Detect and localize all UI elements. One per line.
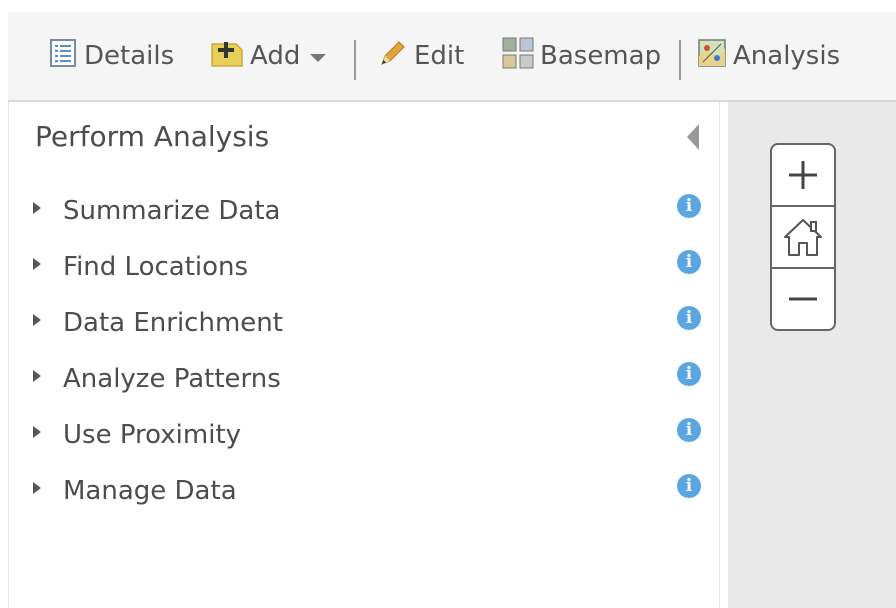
zoom-out-button[interactable] xyxy=(772,269,834,329)
category-label: Find Locations xyxy=(63,252,249,282)
toolbar: Details Add Edit Basemap Analysis xyxy=(8,12,896,102)
info-icon[interactable]: i xyxy=(677,194,701,218)
details-label: Details xyxy=(84,41,175,71)
expand-arrow-icon[interactable] xyxy=(33,370,41,382)
analysis-map-icon xyxy=(697,38,727,75)
pencil-icon xyxy=(378,38,408,75)
details-icon xyxy=(48,38,78,75)
collapse-panel-icon[interactable] xyxy=(687,124,699,150)
analysis-button[interactable]: Analysis xyxy=(697,12,840,100)
zoom-in-button[interactable] xyxy=(772,145,834,205)
category-find-locations[interactable]: Find Locations i xyxy=(9,242,719,298)
edit-button[interactable]: Edit xyxy=(378,12,464,100)
panel-title: Perform Analysis xyxy=(35,120,270,153)
add-button[interactable]: Add xyxy=(210,12,327,100)
expand-arrow-icon[interactable] xyxy=(33,426,41,438)
category-label: Use Proximity xyxy=(63,420,242,450)
info-icon[interactable]: i xyxy=(677,474,701,498)
edit-label: Edit xyxy=(414,41,465,71)
info-icon[interactable]: i xyxy=(677,418,701,442)
home-icon xyxy=(784,219,822,256)
details-button[interactable]: Details xyxy=(48,12,174,100)
toolbar-divider xyxy=(354,40,356,80)
plus-icon xyxy=(789,161,817,189)
category-data-enrichment[interactable]: Data Enrichment i xyxy=(9,298,719,354)
category-analyze-patterns[interactable]: Analyze Patterns i xyxy=(9,354,719,410)
category-use-proximity[interactable]: Use Proximity i xyxy=(9,410,719,466)
expand-arrow-icon[interactable] xyxy=(33,202,41,214)
basemap-button[interactable]: Basemap xyxy=(502,12,661,100)
info-icon[interactable]: i xyxy=(677,306,701,330)
expand-arrow-icon[interactable] xyxy=(33,258,41,270)
analysis-label: Analysis xyxy=(733,41,841,71)
category-summarize-data[interactable]: Summarize Data i xyxy=(9,186,719,242)
info-icon[interactable]: i xyxy=(677,362,701,386)
category-manage-data[interactable]: Manage Data i xyxy=(9,466,719,522)
category-label: Summarize Data xyxy=(63,196,281,226)
expand-arrow-icon[interactable] xyxy=(33,482,41,494)
basemap-label: Basemap xyxy=(540,41,662,71)
category-label: Data Enrichment xyxy=(63,308,283,338)
minus-icon xyxy=(789,297,817,301)
category-label: Manage Data xyxy=(63,476,237,506)
info-icon[interactable]: i xyxy=(677,250,701,274)
add-layer-icon xyxy=(210,38,244,75)
home-button[interactable] xyxy=(772,207,834,267)
expand-arrow-icon[interactable] xyxy=(33,314,41,326)
add-label: Add xyxy=(250,41,301,71)
chevron-down-icon xyxy=(310,54,327,62)
basemap-grid-icon xyxy=(502,37,534,76)
zoom-control xyxy=(770,143,836,331)
analysis-panel: Perform Analysis Summarize Data i Find L… xyxy=(8,102,720,608)
category-label: Analyze Patterns xyxy=(63,364,281,394)
toolbar-divider xyxy=(679,40,681,80)
